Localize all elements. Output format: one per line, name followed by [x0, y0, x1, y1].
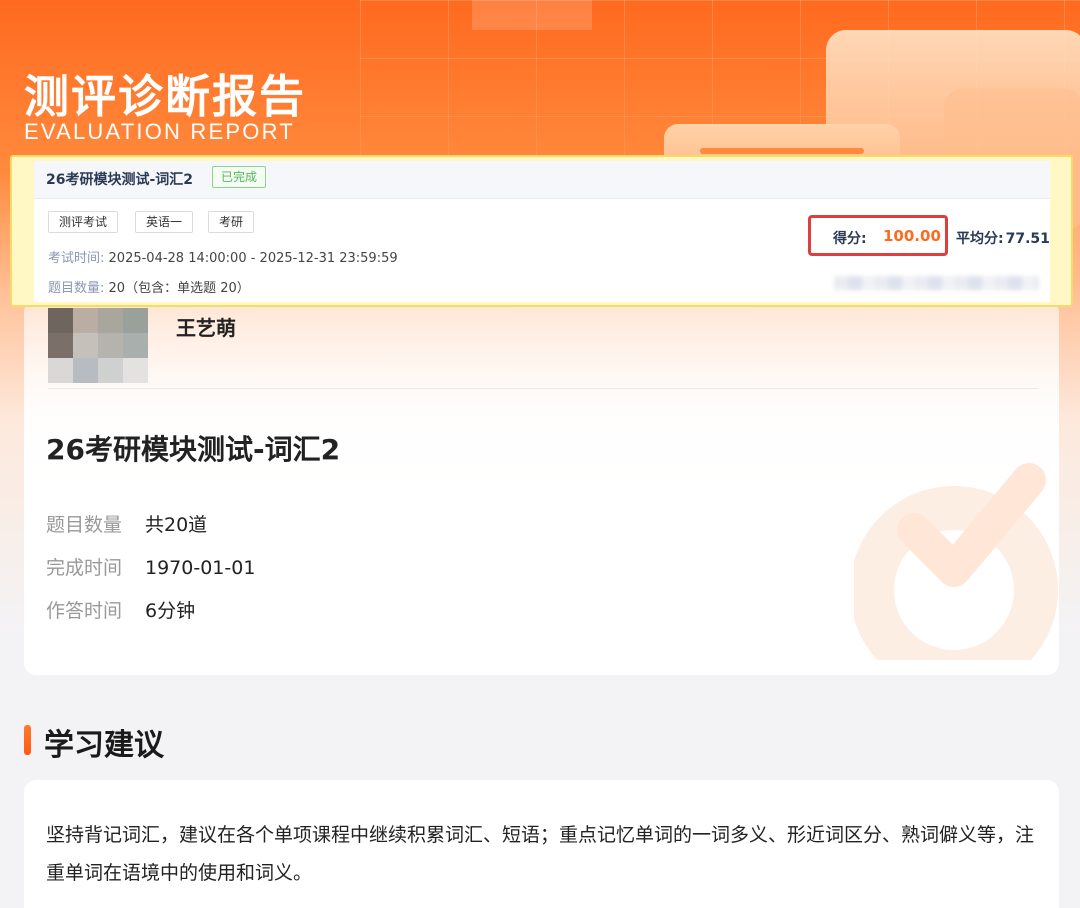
- question-count: 题目数量: 20（包含：单选题 20）: [48, 277, 250, 296]
- average-score: 平均分: 77.51: [954, 228, 1050, 248]
- stat-label: 作答时间: [46, 600, 123, 622]
- stat-value: 1970-01-01: [145, 557, 256, 579]
- stat-answer-duration: 作答时间 6分钟: [46, 596, 195, 623]
- stat-value: 共20道: [145, 514, 208, 536]
- exam-time-value: 2025-04-28 14:00:00 - 2025-12-31 23:59:5…: [108, 251, 398, 266]
- stat-question-count: 题目数量 共20道: [46, 510, 207, 537]
- report-test-title: 26考研模块测试-词汇2: [46, 433, 341, 466]
- page-subtitle: EVALUATION REPORT: [24, 119, 295, 144]
- exam-info-header: 26考研模块测试-词汇2 已完成: [34, 161, 1050, 199]
- suggestion-card: 坚持背记词汇，建议在各个单项课程中继续积累词汇、短语；重点记忆单词的一词多义、形…: [24, 780, 1059, 908]
- tag-exam-type: 测评考试: [48, 211, 119, 233]
- banner-clipboard-clip: [700, 148, 864, 154]
- completed-check-icon: [854, 463, 1058, 660]
- suggestion-section-title: 学习建议: [44, 728, 164, 763]
- user-report-card: 王艺萌 26考研模块测试-词汇2 题目数量 共20道 完成时间 1970-01-01…: [24, 300, 1059, 675]
- stat-completion-time: 完成时间 1970-01-01: [46, 553, 255, 580]
- question-count-label: 题目数量:: [48, 281, 105, 296]
- banner-decoration: [472, 0, 592, 30]
- average-score-label: 平均分:: [956, 231, 1004, 247]
- divider: [48, 388, 1038, 389]
- suggestion-text: 坚持背记词汇，建议在各个单项课程中继续积累词汇、短语；重点记忆单词的一词多义、形…: [46, 824, 1035, 884]
- page-title: 测评诊断报告: [24, 70, 307, 123]
- tag-category: 考研: [208, 211, 255, 233]
- score-highlight-box: 得分: 100.00: [808, 215, 948, 256]
- score-value: 100.00: [883, 227, 941, 245]
- tag-subject: 英语一: [135, 211, 194, 233]
- question-count-value: 20（包含：单选题 20）: [108, 281, 250, 296]
- exam-name: 26考研模块测试-词汇2: [46, 172, 194, 188]
- exam-info-card-highlight: 26考研模块测试-词汇2 已完成 测评考试 英语一 考研 考试时间: 2025-…: [10, 155, 1073, 307]
- score-label: 得分:: [833, 231, 867, 247]
- exam-time-label: 考试时间:: [48, 251, 105, 266]
- status-badge: 已完成: [212, 166, 267, 188]
- exam-info-card[interactable]: 26考研模块测试-词汇2 已完成 测评考试 英语一 考研 考试时间: 2025-…: [34, 161, 1050, 302]
- section-accent-bar: [24, 725, 31, 755]
- user-name: 王艺萌: [176, 316, 236, 340]
- exam-time: 考试时间: 2025-04-28 14:00:00 - 2025-12-31 2…: [48, 247, 398, 266]
- avatar: [48, 308, 172, 400]
- stat-label: 题目数量: [46, 514, 123, 536]
- stat-value: 6分钟: [145, 600, 196, 622]
- blurred-info: [834, 276, 1039, 290]
- average-score-value: 77.51: [1005, 231, 1050, 247]
- stat-label: 完成时间: [46, 557, 123, 579]
